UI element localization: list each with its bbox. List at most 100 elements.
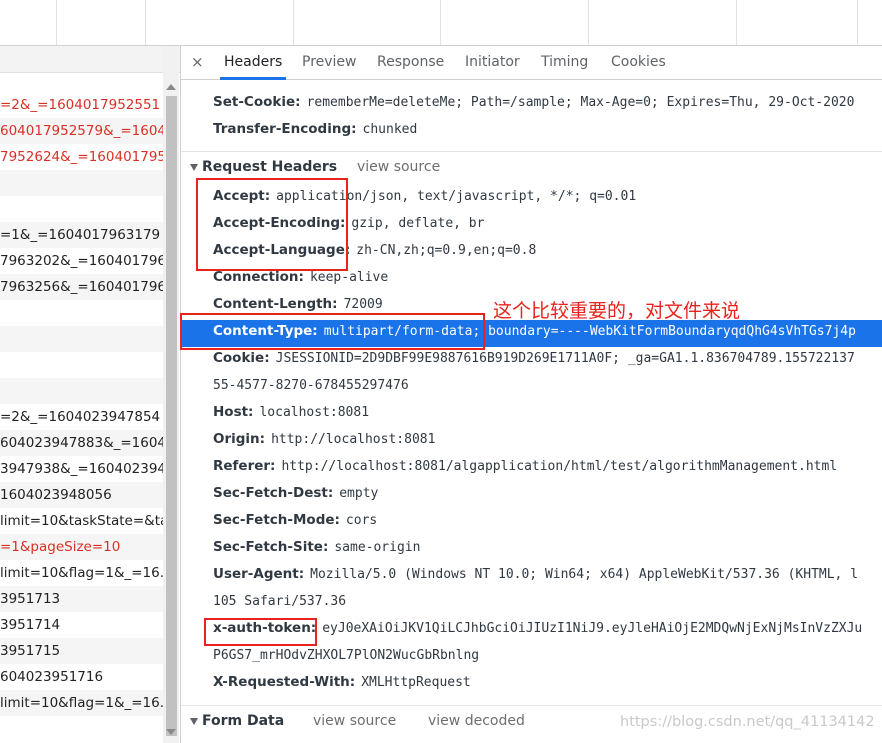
- timeline-divider: [56, 0, 57, 45]
- header-value: empty: [339, 486, 379, 501]
- collapse-triangle-icon[interactable]: [190, 718, 198, 725]
- annotation-box-accept: [196, 178, 348, 271]
- request-list-item[interactable]: =2&_=1604023947854: [0, 404, 163, 430]
- header-value: http://localhost:8081: [271, 432, 436, 447]
- timeline-divider: [857, 0, 858, 45]
- request-list-item[interactable]: limit=10&taskState=&ta: [0, 508, 163, 534]
- header-row: Transfer-Encoding: chunked: [213, 116, 417, 143]
- timeline-divider: [293, 0, 294, 45]
- timeline-divider: [588, 0, 589, 45]
- request-list-header: [0, 46, 180, 73]
- header-row: Sec-Fetch-Mode: cors: [213, 507, 377, 534]
- header-row: Referer: http://localhost:8081/algapplica…: [213, 453, 837, 480]
- request-list-item[interactable]: limit=10&flag=1&_=16...: [0, 690, 163, 716]
- header-value: eyJ0eXAiOiJKV1QiLCJhbGciOiJIUzI1NiJ9.eyJ…: [322, 621, 863, 636]
- header-name: Cookie:: [213, 350, 270, 366]
- request-list-item[interactable]: [0, 378, 163, 404]
- header-value: cors: [345, 513, 378, 528]
- header-value: chunked: [362, 122, 418, 137]
- header-value: gzip, deflate, br: [351, 216, 485, 231]
- header-name: Transfer-Encoding:: [213, 121, 357, 137]
- header-row: Sec-Fetch-Dest: empty: [213, 480, 378, 507]
- request-list-item[interactable]: 3951713: [0, 586, 163, 612]
- request-list-item[interactable]: [0, 352, 163, 378]
- tab-headers[interactable]: Headers: [219, 46, 287, 80]
- request-list-item[interactable]: 7963256&_=160401796...: [0, 274, 163, 300]
- header-name: Referer:: [213, 458, 276, 474]
- header-value-continuation: P6GS7_mrHOdvZHXOL7PlON2WucGbRbnlng: [213, 642, 479, 669]
- request-list-item[interactable]: =1&_=1604017963179: [0, 222, 163, 248]
- request-list-item[interactable]: 604017952579&_=16040: [0, 118, 163, 144]
- header-name: Origin:: [213, 431, 266, 447]
- request-list-scrollbar[interactable]: [163, 46, 179, 743]
- request-list-item[interactable]: =2&_=1604017952551: [0, 92, 163, 118]
- header-name: Set-Cookie:: [213, 94, 301, 110]
- header-value-continuation: 55-4577-8270-678455297476: [213, 372, 409, 399]
- view-source-link[interactable]: view source: [313, 706, 396, 736]
- header-value: 105 Safari/537.36: [213, 594, 347, 609]
- header-value: JSESSIONID=2D9DBF99E9887616B919D269E1711…: [275, 351, 855, 366]
- header-value: XMLHttpRequest: [361, 675, 471, 690]
- tab-initiator[interactable]: Initiator: [465, 46, 520, 79]
- top-timeline-strip: [0, 0, 882, 46]
- header-value: localhost:8081: [259, 405, 370, 420]
- scroll-down-arrow-icon[interactable]: [166, 729, 176, 735]
- header-value: 55-4577-8270-678455297476: [213, 378, 409, 393]
- request-list-item[interactable]: 3951715: [0, 638, 163, 664]
- request-list-item[interactable]: 604023947883&_=16040: [0, 430, 163, 456]
- header-row: User-Agent: Mozilla/5.0 (Windows NT 10.0;…: [213, 561, 858, 588]
- header-value: P6GS7_mrHOdvZHXOL7PlON2WucGbRbnlng: [213, 648, 480, 663]
- request-list-item[interactable]: [0, 300, 163, 326]
- request-list-item[interactable]: 3947938&_=160402394...: [0, 456, 163, 482]
- header-value: rememberMe=deleteMe; Path=/sample; Max-A…: [306, 95, 855, 110]
- tab-timing[interactable]: Timing: [541, 46, 588, 79]
- scrollbar-thumb[interactable]: [166, 96, 177, 736]
- request-list: =2&_=1604017952551 604017952579&_=16040 79…: [0, 46, 181, 743]
- request-list-item[interactable]: [0, 326, 163, 352]
- request-list-item[interactable]: =1&pageSize=10: [0, 534, 163, 560]
- header-row: Sec-Fetch-Site: same-origin: [213, 534, 420, 561]
- header-value: http://localhost:8081/algapplication/htm…: [281, 459, 838, 474]
- header-name: Connection:: [213, 269, 304, 285]
- header-name: Sec-Fetch-Mode:: [213, 512, 340, 528]
- header-name: Sec-Fetch-Dest:: [213, 485, 334, 501]
- view-decoded-link[interactable]: view decoded: [428, 706, 525, 736]
- header-value-rest: ; boundary=----WebKitFormBoundaryqdQhG4s…: [472, 324, 856, 339]
- timeline-divider: [145, 0, 146, 45]
- annotation-text: 这个比较重要的，对文件来说: [493, 300, 741, 322]
- request-list-item[interactable]: [0, 196, 163, 222]
- header-name: Content-Length:: [213, 296, 338, 312]
- close-icon[interactable]: ×: [191, 46, 204, 79]
- header-value: Mozilla/5.0 (Windows NT 10.0; Win64; x64…: [310, 567, 859, 582]
- header-row: X-Requested-With: XMLHttpRequest: [213, 669, 471, 696]
- header-row: Host: localhost:8081: [213, 399, 369, 426]
- collapse-triangle-icon[interactable]: [190, 164, 198, 171]
- request-list-item[interactable]: [0, 170, 163, 196]
- header-name: User-Agent:: [213, 566, 305, 582]
- header-row: Origin: http://localhost:8081: [213, 426, 435, 453]
- request-list-item[interactable]: 3951714: [0, 612, 163, 638]
- request-list-item[interactable]: 1604023948056: [0, 482, 163, 508]
- header-value: same-origin: [334, 540, 421, 555]
- header-row: Set-Cookie: rememberMe=deleteMe; Path=/sa…: [213, 89, 854, 116]
- header-name: Sec-Fetch-Site:: [213, 539, 329, 555]
- tab-preview[interactable]: Preview: [302, 46, 357, 79]
- scroll-up-arrow-icon[interactable]: [166, 84, 176, 90]
- header-value: 72009: [343, 297, 383, 312]
- request-list-item[interactable]: 7952624&_=160401795...: [0, 144, 163, 170]
- annotation-box-content-type: [180, 313, 485, 350]
- header-value-continuation: 105 Safari/537.36: [213, 588, 346, 615]
- view-source-link[interactable]: view source: [357, 152, 440, 182]
- tab-cookies[interactable]: Cookies: [611, 46, 666, 79]
- timeline-divider: [736, 0, 737, 45]
- section-title: Form Data: [202, 713, 285, 729]
- details-tabbar: × Headers Preview Response Initiator Tim…: [181, 46, 882, 80]
- request-list-item[interactable]: 604023951716: [0, 664, 163, 690]
- header-value: zh-CN,zh;q=0.9,en;q=0.8: [356, 243, 537, 258]
- header-name: X-Requested-With:: [213, 674, 356, 690]
- header-name: Host:: [213, 404, 254, 420]
- request-list-item[interactable]: limit=10&flag=1&_=16...: [0, 560, 163, 586]
- tab-response[interactable]: Response: [377, 46, 444, 79]
- request-list-item[interactable]: 7963202&_=160401796...: [0, 248, 163, 274]
- timeline-divider: [440, 0, 441, 45]
